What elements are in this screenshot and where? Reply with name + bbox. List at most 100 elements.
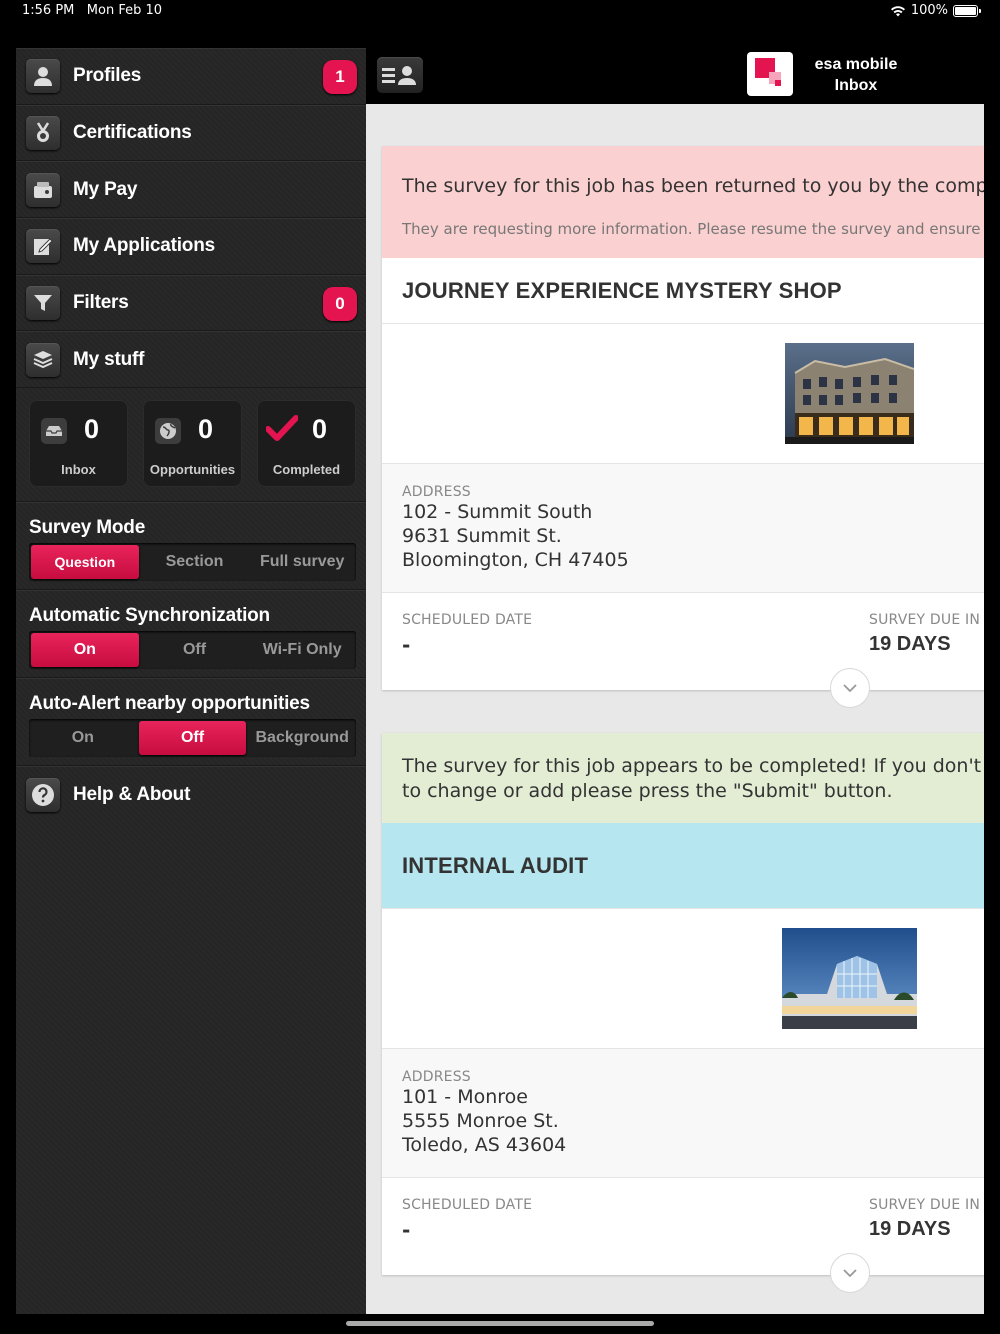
edit-form-icon	[26, 229, 60, 264]
sidebar: Profiles 1 Certifications My Pay My Appl…	[16, 48, 366, 1314]
survey-mode-segmented: Question Section Full survey	[29, 543, 356, 582]
sidebar-item-profiles[interactable]: Profiles 1	[16, 48, 366, 105]
job-card[interactable]: The survey for this job appears to be co…	[382, 733, 984, 1293]
store-photo	[782, 928, 917, 1029]
auto-alert-on[interactable]: On	[29, 719, 137, 757]
expand-button[interactable]	[830, 668, 870, 708]
battery-percent: 100%	[910, 3, 948, 18]
store-photo	[785, 343, 914, 444]
app-frame: Profiles 1 Certifications My Pay My Appl…	[16, 48, 984, 1314]
sidebar-item-certifications[interactable]: Certifications	[16, 104, 366, 162]
sidebar-item-my-applications[interactable]: My Applications	[16, 218, 366, 275]
completed-counter[interactable]: 0 Completed	[257, 400, 356, 488]
auto-alert-off[interactable]: Off	[138, 721, 247, 756]
auto-sync-title: Automatic Synchronization	[29, 605, 270, 627]
address-line: 101 - Monroe	[402, 1086, 528, 1108]
counters: 0 Inbox 0 Opportunities 0 Completed	[16, 388, 366, 503]
inbox-counter[interactable]: 0 Inbox	[29, 400, 128, 488]
sidebar-item-label: Certifications	[73, 122, 192, 144]
survey-due-label: SURVEY DUE IN	[869, 1197, 981, 1213]
scheduled-date-label: SCHEDULED DATE	[402, 1197, 533, 1213]
sidebar-item-label: Filters	[73, 292, 129, 314]
survey-mode-question[interactable]: Question	[31, 545, 139, 580]
schedule-section: SCHEDULED DATE - SURVEY DUE IN 19 DAYS	[382, 1178, 984, 1293]
globe-icon	[155, 418, 181, 445]
top-bar: esa mobile Inbox	[366, 48, 984, 104]
app-logo	[747, 52, 793, 96]
wallet-icon	[26, 172, 60, 207]
person-icon	[26, 59, 60, 94]
job-title: JOURNEY EXPERIENCE MYSTERY SHOP	[382, 258, 984, 324]
survey-mode-full-survey[interactable]: Full survey	[248, 543, 356, 581]
auto-alert-title: Auto-Alert nearby opportunities	[29, 693, 310, 715]
battery-icon	[953, 4, 981, 17]
status-right: 100%	[890, 3, 981, 18]
main-panel: esa mobile Inbox The survey for this job…	[366, 48, 984, 1314]
survey-due-value: 19 DAYS	[869, 633, 951, 655]
opportunities-label: Opportunities	[149, 462, 236, 478]
address-line: 5555 Monroe St.	[402, 1110, 559, 1132]
sidebar-item-my-pay[interactable]: My Pay	[16, 161, 366, 219]
sidebar-item-label: Help & About	[73, 783, 191, 805]
address-line: 102 - Summit South	[402, 501, 593, 523]
inbox-icon	[41, 418, 67, 445]
sidebar-item-help-about[interactable]: Help & About	[16, 766, 366, 822]
auto-sync-wifi-only[interactable]: Wi-Fi Only	[248, 631, 356, 669]
checkmark-icon	[265, 414, 299, 444]
auto-alert-setting: Auto-Alert nearby opportunities On Off B…	[16, 678, 366, 767]
completed-label: Completed	[272, 462, 341, 478]
sidebar-item-label: My stuff	[73, 348, 145, 370]
menu-toggle-button[interactable]	[377, 57, 423, 93]
job-title: INTERNAL AUDIT	[382, 823, 984, 909]
address-section: ADDRESS 101 - Monroe 5555 Monroe St. Tol…	[382, 1049, 984, 1178]
inbox-label: Inbox	[61, 462, 96, 478]
expand-button[interactable]	[830, 1253, 870, 1293]
completed-count: 0	[312, 414, 328, 445]
auto-sync-off[interactable]: Off	[141, 631, 249, 669]
auto-alert-background[interactable]: Background	[248, 719, 356, 757]
banner-detail: They are requesting more information. Pl…	[402, 220, 984, 238]
auto-sync-segmented: On Off Wi-Fi Only	[29, 631, 356, 670]
opportunities-counter[interactable]: 0 Opportunities	[143, 400, 242, 488]
home-indicator[interactable]	[346, 1321, 654, 1326]
banner-message: The survey for this job appears to be co…	[402, 755, 984, 802]
survey-mode-section[interactable]: Section	[141, 543, 249, 581]
app-name: esa mobile	[814, 56, 898, 73]
chevron-down-icon	[843, 1269, 857, 1278]
auto-sync-setting: Automatic Synchronization On Off Wi-Fi O…	[16, 590, 366, 679]
address-label: ADDRESS	[402, 1069, 471, 1085]
address-section: ADDRESS 102 - Summit South 9631 Summit S…	[382, 464, 984, 593]
status-bar: 1:56 PM Mon Feb 10 100%	[0, 0, 1000, 28]
address-label: ADDRESS	[402, 484, 471, 500]
survey-mode-setting: Survey Mode Question Section Full survey	[16, 502, 366, 591]
sidebar-item-filters[interactable]: Filters 0	[16, 274, 366, 332]
job-card[interactable]: The survey for this job has been returne…	[382, 146, 984, 708]
completed-banner: The survey for this job appears to be co…	[382, 733, 984, 823]
scheduled-date-value: -	[402, 633, 411, 657]
address-line: 9631 Summit St.	[402, 525, 562, 547]
funnel-icon	[26, 286, 60, 321]
address-line: Bloomington, CH 47405	[402, 549, 629, 571]
job-image-row	[382, 909, 984, 1049]
survey-due-value: 19 DAYS	[869, 1218, 951, 1240]
scheduled-date-value: -	[402, 1218, 411, 1242]
profiles-badge: 1	[323, 60, 357, 94]
wifi-icon	[890, 5, 905, 16]
sidebar-item-label: Profiles	[73, 65, 142, 87]
survey-mode-title: Survey Mode	[29, 517, 146, 539]
job-image-row	[382, 324, 984, 464]
list-person-icon	[382, 66, 416, 85]
inbox-count: 0	[84, 414, 100, 445]
opportunities-count: 0	[198, 414, 214, 445]
question-icon	[26, 777, 60, 812]
sidebar-item-label: My Pay	[73, 178, 138, 200]
scheduled-date-label: SCHEDULED DATE	[402, 612, 533, 628]
schedule-section: SCHEDULED DATE - SURVEY DUE IN 19 DAYS	[382, 593, 984, 708]
auto-sync-on[interactable]: On	[31, 633, 139, 668]
returned-banner: The survey for this job has been returne…	[382, 146, 984, 258]
boxes-icon	[26, 342, 60, 377]
sidebar-item-my-stuff[interactable]: My stuff	[16, 331, 366, 389]
chevron-down-icon	[843, 684, 857, 693]
address-line: Toledo, AS 43604	[402, 1134, 567, 1156]
medal-icon	[26, 116, 60, 151]
